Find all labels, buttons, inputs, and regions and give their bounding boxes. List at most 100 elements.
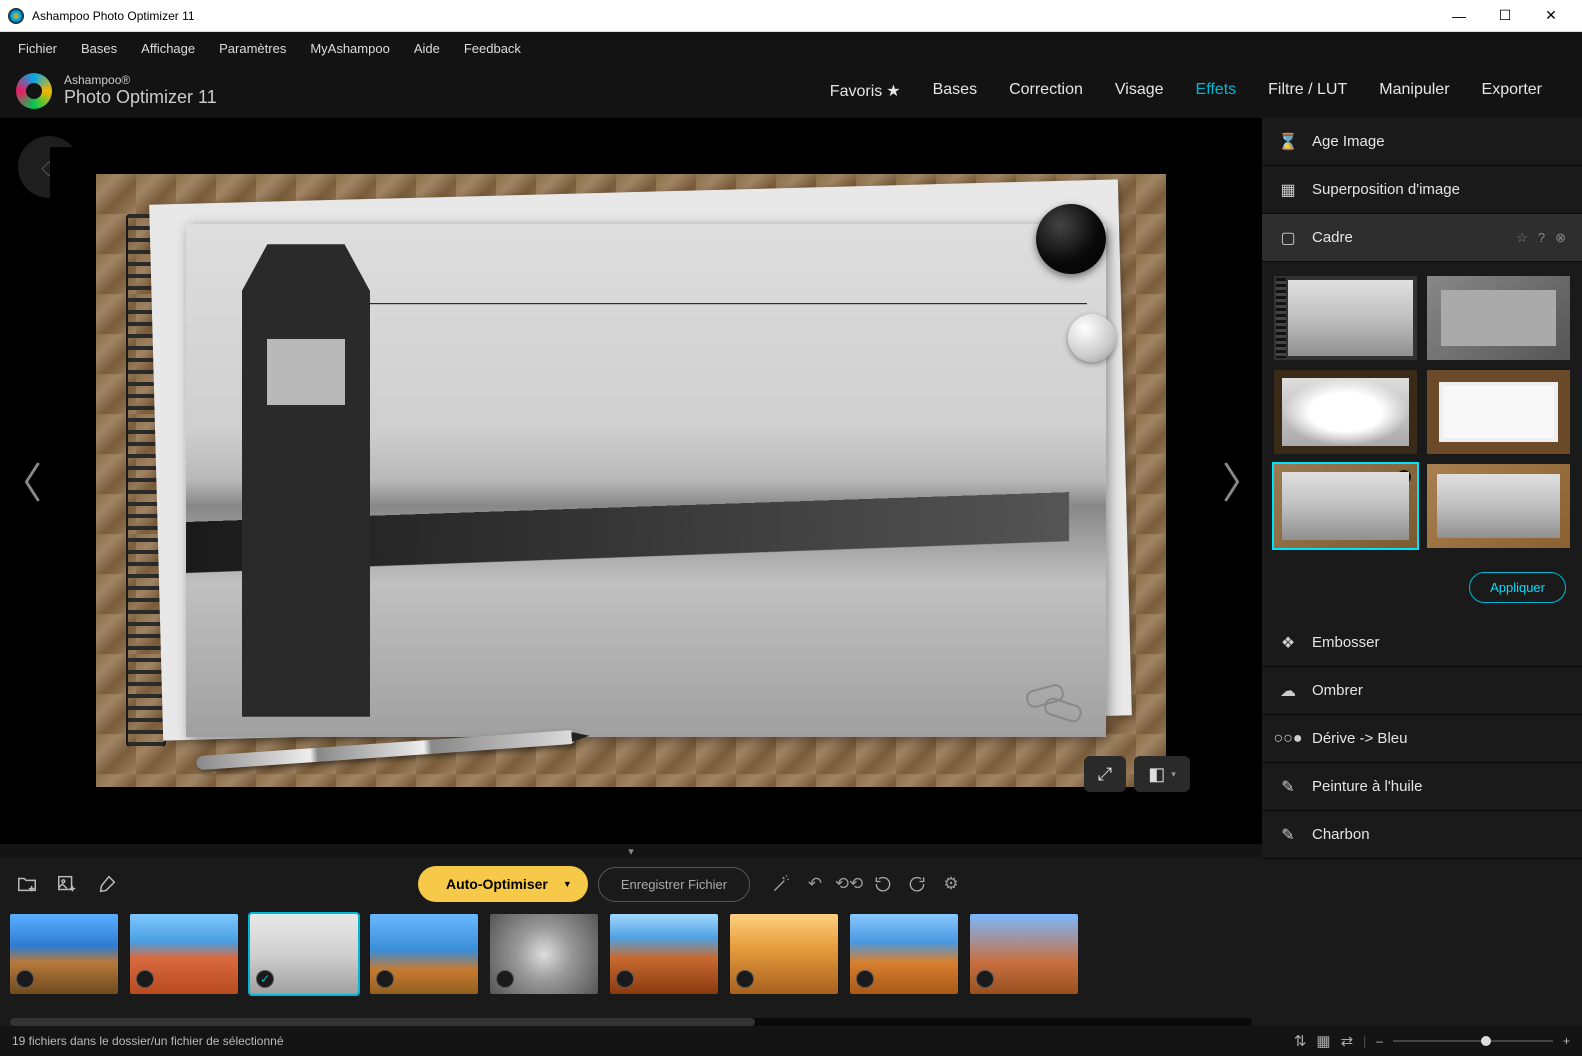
add-folder-button[interactable] <box>12 869 42 899</box>
bridge-cable-decor <box>260 303 1087 387</box>
thumb-select-dot[interactable] <box>136 970 154 988</box>
nav-manipuler[interactable]: Manipuler <box>1379 81 1449 101</box>
auto-optimize-button[interactable]: Auto-Optimiser <box>418 866 588 902</box>
frame-icon: ▢ <box>1278 228 1298 248</box>
status-text: 19 fichiers dans le dossier/un fichier d… <box>12 1034 284 1048</box>
effect-embosser[interactable]: ❖ Embosser <box>1262 619 1582 667</box>
nav-visage[interactable]: Visage <box>1115 81 1164 101</box>
effects-below-list: ❖ Embosser ☁ Ombrer ○○● Dérive -> Bleu ✎… <box>1262 619 1582 1026</box>
menu-feedback[interactable]: Feedback <box>454 37 531 60</box>
sort-order-button[interactable]: ⇅ <box>1294 1032 1307 1050</box>
nav-bases[interactable]: Bases <box>933 81 977 101</box>
scrollbar-thumb[interactable] <box>10 1018 755 1026</box>
thumb-select-dot[interactable] <box>496 970 514 988</box>
menu-fichier[interactable]: Fichier <box>8 37 67 60</box>
next-image-arrow[interactable]: 〉 <box>1222 450 1262 511</box>
thumbnail[interactable] <box>490 914 598 994</box>
undo-button[interactable]: ↶ <box>802 871 828 897</box>
dots-icon: ○○● <box>1278 729 1298 749</box>
status-right: ⇅ ▦ ⇄ | – + <box>1294 1032 1570 1050</box>
rotate-right-button[interactable] <box>904 871 930 897</box>
apply-button[interactable]: Appliquer <box>1469 572 1566 603</box>
window-close-button[interactable]: ✕ <box>1528 0 1574 32</box>
add-image-button[interactable] <box>52 869 82 899</box>
window-maximize-button[interactable]: ☐ <box>1482 0 1528 32</box>
status-zoom-slider[interactable] <box>1393 1040 1553 1042</box>
help-button[interactable]: ? <box>1538 230 1545 246</box>
thumbnail[interactable] <box>10 914 118 994</box>
thumbnail[interactable] <box>970 914 1078 994</box>
favorite-star-button[interactable]: ☆ <box>1516 230 1528 246</box>
prev-image-arrow[interactable]: 〈 <box>0 450 40 511</box>
thumb-select-dot[interactable] <box>16 970 34 988</box>
thumbnail[interactable] <box>370 914 478 994</box>
thumb-select-dot[interactable] <box>616 970 634 988</box>
thumbnail[interactable] <box>130 914 238 994</box>
save-file-button[interactable]: Enregistrer Fichier <box>598 867 750 902</box>
brush-icon: ✎ <box>1278 777 1298 797</box>
effect-overlay[interactable]: ▦ Superposition d'image <box>1262 166 1582 214</box>
app-logo-icon <box>16 73 52 109</box>
primary-nav: Favoris★ Bases Correction Visage Effets … <box>830 81 1566 101</box>
frame-option[interactable] <box>1427 464 1570 548</box>
compare-view-button[interactable]: ◧ <box>1134 756 1190 792</box>
rotate-left-button[interactable] <box>870 871 896 897</box>
thumb-select-dot[interactable] <box>256 970 274 988</box>
thumbnail[interactable] <box>850 914 958 994</box>
nav-filtre-lut[interactable]: Filtre / LUT <box>1268 81 1347 101</box>
menu-bases[interactable]: Bases <box>71 37 127 60</box>
apply-row: Appliquer <box>1262 562 1582 619</box>
image-canvas[interactable]: ⤢ ◧ <box>50 147 1212 814</box>
settings-gear-button[interactable]: ⚙ <box>938 871 964 897</box>
brush-button[interactable] <box>92 869 122 899</box>
menu-myashampoo[interactable]: MyAshampoo <box>300 37 399 60</box>
reset-effect-button[interactable]: ⊗ <box>1555 230 1566 246</box>
effect-label: Superposition d'image <box>1312 181 1460 198</box>
shuffle-button[interactable]: ⇄ <box>1341 1032 1354 1050</box>
thumb-select-dot[interactable] <box>376 970 394 988</box>
thumbnail[interactable] <box>610 914 718 994</box>
framed-photo <box>96 174 1165 788</box>
thumbnail-view-button[interactable]: ▦ <box>1316 1032 1330 1050</box>
filmstrip-scrollbar[interactable] <box>10 1018 1252 1026</box>
frame-option[interactable] <box>1427 370 1570 454</box>
undo-all-button[interactable]: ⟲⟲ <box>836 871 862 897</box>
thumb-select-dot[interactable] <box>856 970 874 988</box>
frame-option[interactable] <box>1274 464 1417 548</box>
status-zoom-thumb[interactable] <box>1481 1036 1491 1046</box>
effect-label: Dérive -> Bleu <box>1312 730 1407 747</box>
collapse-filmstrip-button[interactable]: ▾ <box>0 844 1262 858</box>
menu-affichage[interactable]: Affichage <box>131 37 205 60</box>
fullscreen-button[interactable]: ⤢ <box>1084 756 1126 792</box>
thumb-select-dot[interactable] <box>976 970 994 988</box>
frame-option[interactable] <box>1274 276 1417 360</box>
status-bar: 19 fichiers dans le dossier/un fichier d… <box>0 1026 1582 1056</box>
effect-peinture-huile[interactable]: ✎ Peinture à l'huile <box>1262 763 1582 811</box>
window-minimize-button[interactable]: — <box>1436 0 1482 32</box>
effect-label: Ombrer <box>1312 682 1363 699</box>
frame-option[interactable] <box>1427 276 1570 360</box>
nav-effets[interactable]: Effets <box>1196 81 1237 101</box>
effect-ombrer[interactable]: ☁ Ombrer <box>1262 667 1582 715</box>
filmstrip <box>0 910 1262 1018</box>
hourglass-icon: ⌛ <box>1278 132 1298 152</box>
zoom-out-status-icon[interactable]: – <box>1376 1034 1383 1048</box>
thumb-select-dot[interactable] <box>736 970 754 988</box>
effect-age-image[interactable]: ⌛ Age Image <box>1262 118 1582 166</box>
effect-cadre[interactable]: ▢ Cadre ☆ ? ⊗ <box>1262 214 1582 262</box>
menu-parametres[interactable]: Paramètres <box>209 37 296 60</box>
magic-wand-button[interactable] <box>768 871 794 897</box>
nav-correction[interactable]: Correction <box>1009 81 1083 101</box>
overlay-icon: ▦ <box>1278 180 1298 200</box>
thumbnail[interactable] <box>730 914 838 994</box>
effect-label: Age Image <box>1312 133 1385 150</box>
nav-exporter[interactable]: Exporter <box>1482 81 1542 101</box>
effect-charbon[interactable]: ✎ Charbon <box>1262 811 1582 859</box>
menu-aide[interactable]: Aide <box>404 37 450 60</box>
thumbnail[interactable] <box>250 914 358 994</box>
photo-content <box>186 224 1105 738</box>
zoom-in-status-icon[interactable]: + <box>1563 1034 1570 1048</box>
effect-derive-bleu[interactable]: ○○● Dérive -> Bleu <box>1262 715 1582 763</box>
frame-option[interactable] <box>1274 370 1417 454</box>
nav-favoris[interactable]: Favoris★ <box>830 81 901 101</box>
